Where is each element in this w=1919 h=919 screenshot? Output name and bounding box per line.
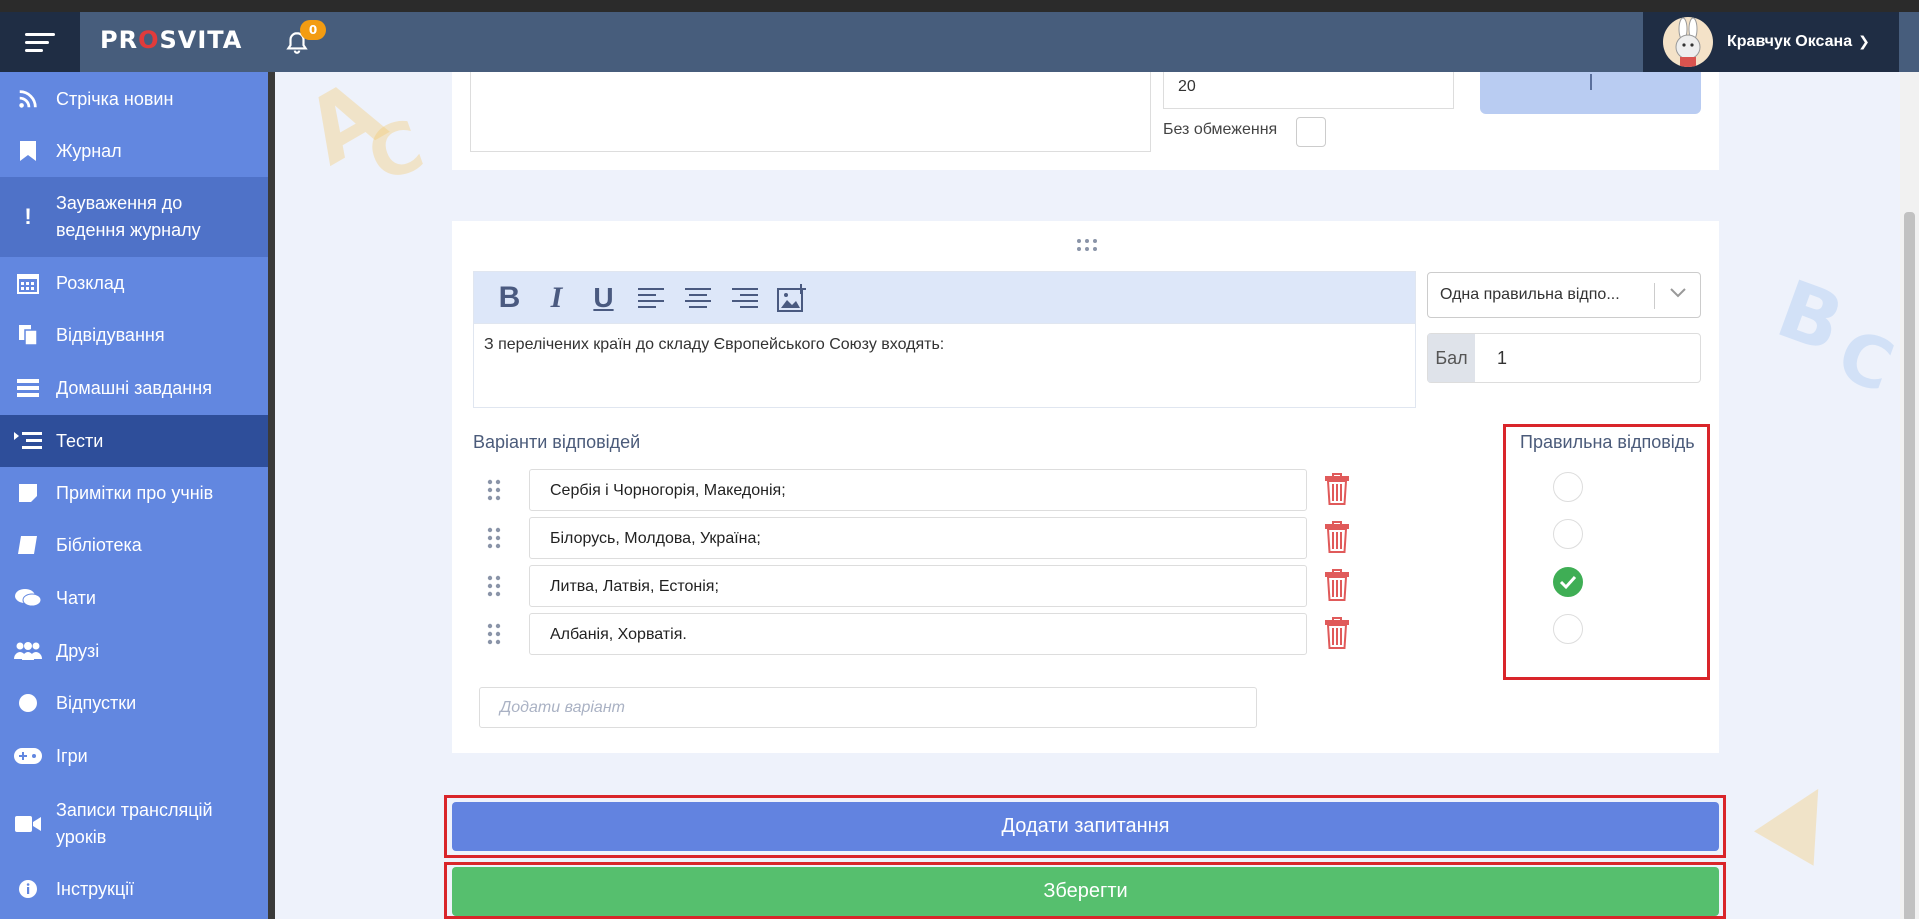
description-textarea[interactable] (470, 72, 1151, 152)
sidebar-item-library[interactable]: Бібліотека (0, 523, 268, 567)
option-input[interactable]: Сербія і Чорногорія, Македонія; (529, 469, 1307, 511)
grip-icon[interactable] (487, 623, 501, 645)
sidebar-item-news[interactable]: Стрічка новин (0, 77, 268, 121)
editor-toolbar: B I U (473, 271, 1416, 323)
trash-icon[interactable] (1325, 473, 1349, 505)
option-row: Литва, Латвія, Естонія; (473, 565, 1353, 607)
score-input-group: Бал 1 (1427, 333, 1701, 383)
drag-handle-icon[interactable] (1076, 238, 1098, 252)
align-center-icon[interactable] (674, 278, 721, 318)
rss-icon (0, 88, 56, 110)
question-type-select[interactable]: Одна правильна відпо... (1427, 272, 1701, 318)
correct-answer-radio[interactable] (1553, 614, 1583, 644)
grip-icon[interactable] (487, 479, 501, 501)
grip-icon[interactable] (487, 527, 501, 549)
underline-icon[interactable]: U (580, 278, 627, 318)
users-icon (0, 641, 56, 661)
sidebar-item-attendance[interactable]: Відвідування (0, 313, 268, 357)
sidebar-item-homework[interactable]: Домашні завдання (0, 366, 268, 410)
sidebar-item-instructions[interactable]: Інструкції (0, 867, 268, 911)
scrollbar-thumb[interactable] (1904, 212, 1915, 919)
grip-icon[interactable] (487, 575, 501, 597)
decor-letters: C (1827, 313, 1904, 409)
decor-letters: ▲ (1748, 749, 1861, 876)
add-variant-input[interactable]: Додати варіант (479, 687, 1257, 728)
bold-icon[interactable]: B (486, 278, 533, 318)
user-menu[interactable]: Кравчук Оксана ❯ (1643, 12, 1899, 72)
avatar (1663, 17, 1713, 67)
question-text-editor[interactable]: З перелічених країн до складу Європейськ… (473, 323, 1416, 408)
sidebar-scrollbar[interactable] (268, 72, 275, 919)
menu-button[interactable] (0, 12, 80, 72)
copy-icon (0, 324, 56, 346)
sidebar-item-vacations[interactable]: Відпустки (0, 681, 268, 725)
score-input[interactable]: 1 (1475, 334, 1507, 382)
exclamation-icon: ! (24, 204, 32, 229)
circle-icon (0, 693, 56, 713)
save-button[interactable]: Зберегти (452, 867, 1719, 916)
correct-answer-radio[interactable] (1553, 519, 1583, 549)
option-row: Білорусь, Молдова, Україна; (473, 517, 1353, 559)
align-left-icon[interactable] (627, 278, 674, 318)
chevron-down-icon: ❯ (1858, 34, 1870, 50)
trash-icon[interactable] (1325, 521, 1349, 553)
video-icon (0, 815, 56, 833)
sidebar-item-journal-remarks[interactable]: ! Зауваження до ведення журналу (0, 177, 268, 257)
option-input[interactable]: Албанія, Хорватія. (529, 613, 1307, 655)
decor-letters: C (357, 103, 434, 199)
book-icon (0, 535, 56, 555)
notification-badge: 0 (300, 20, 326, 40)
no-limit-checkbox[interactable] (1296, 117, 1326, 147)
option-input[interactable]: Білорусь, Молдова, Україна; (529, 517, 1307, 559)
main-scrollbar[interactable] (1900, 72, 1919, 919)
correct-answer-highlight (1503, 424, 1710, 680)
user-name: Кравчук Оксана (1727, 33, 1853, 50)
no-limit-label: Без обмеження (1163, 121, 1278, 138)
italic-icon[interactable]: I (533, 278, 580, 318)
option-input[interactable]: Литва, Латвія, Естонія; (529, 565, 1307, 607)
align-right-icon[interactable] (721, 278, 768, 318)
sidebar-item-games[interactable]: Ігри (0, 734, 268, 778)
sidebar-item-student-notes[interactable]: Примітки про учнів (0, 471, 268, 515)
calendar-icon (0, 272, 56, 294)
correct-answer-radio[interactable] (1553, 472, 1583, 502)
correct-answer-radio-checked[interactable] (1553, 567, 1583, 597)
trash-icon[interactable] (1325, 569, 1349, 601)
info-icon (0, 879, 56, 899)
question-type-value: Одна правильна відпо... (1440, 286, 1620, 303)
bookmark-icon (0, 140, 56, 162)
variants-title: Варіанти відповідей (473, 432, 641, 452)
option-row: Сербія і Чорногорія, Македонія; (473, 469, 1353, 511)
option-row: Албанія, Хорватія. (473, 613, 1353, 655)
time-limit-input[interactable]: 20 (1163, 72, 1454, 109)
chat-icon (0, 588, 56, 608)
add-question-button[interactable]: Додати запитання (452, 802, 1719, 851)
settings-action-block[interactable] (1480, 72, 1701, 114)
note-icon (0, 483, 56, 503)
app-logo[interactable]: PROSVITA (100, 26, 242, 54)
sidebar-item-schedule[interactable]: Розклад (0, 261, 268, 305)
list-icon (0, 430, 56, 452)
insert-image-icon[interactable] (768, 278, 815, 318)
sidebar-item-broadcast-records[interactable]: Записи трансляцій уроків (0, 795, 268, 853)
trash-icon[interactable] (1325, 617, 1349, 649)
sidebar-item-tests[interactable]: Тести (0, 415, 268, 467)
browser-top-strip (0, 0, 1919, 12)
check-icon (1559, 575, 1577, 590)
app-header: PROSVITA 0 Кравчук Оксана ❯ (0, 12, 1919, 72)
score-label: Бал (1428, 334, 1475, 382)
hamburger-icon (25, 28, 55, 57)
chevron-down-icon (1670, 285, 1686, 303)
tasks-icon (0, 378, 56, 398)
sidebar-item-friends[interactable]: Друзі (0, 629, 268, 673)
sidebar-item-journal[interactable]: Журнал (0, 129, 268, 173)
gamepad-icon (0, 748, 56, 764)
sidebar-item-chats[interactable]: Чати (0, 576, 268, 620)
